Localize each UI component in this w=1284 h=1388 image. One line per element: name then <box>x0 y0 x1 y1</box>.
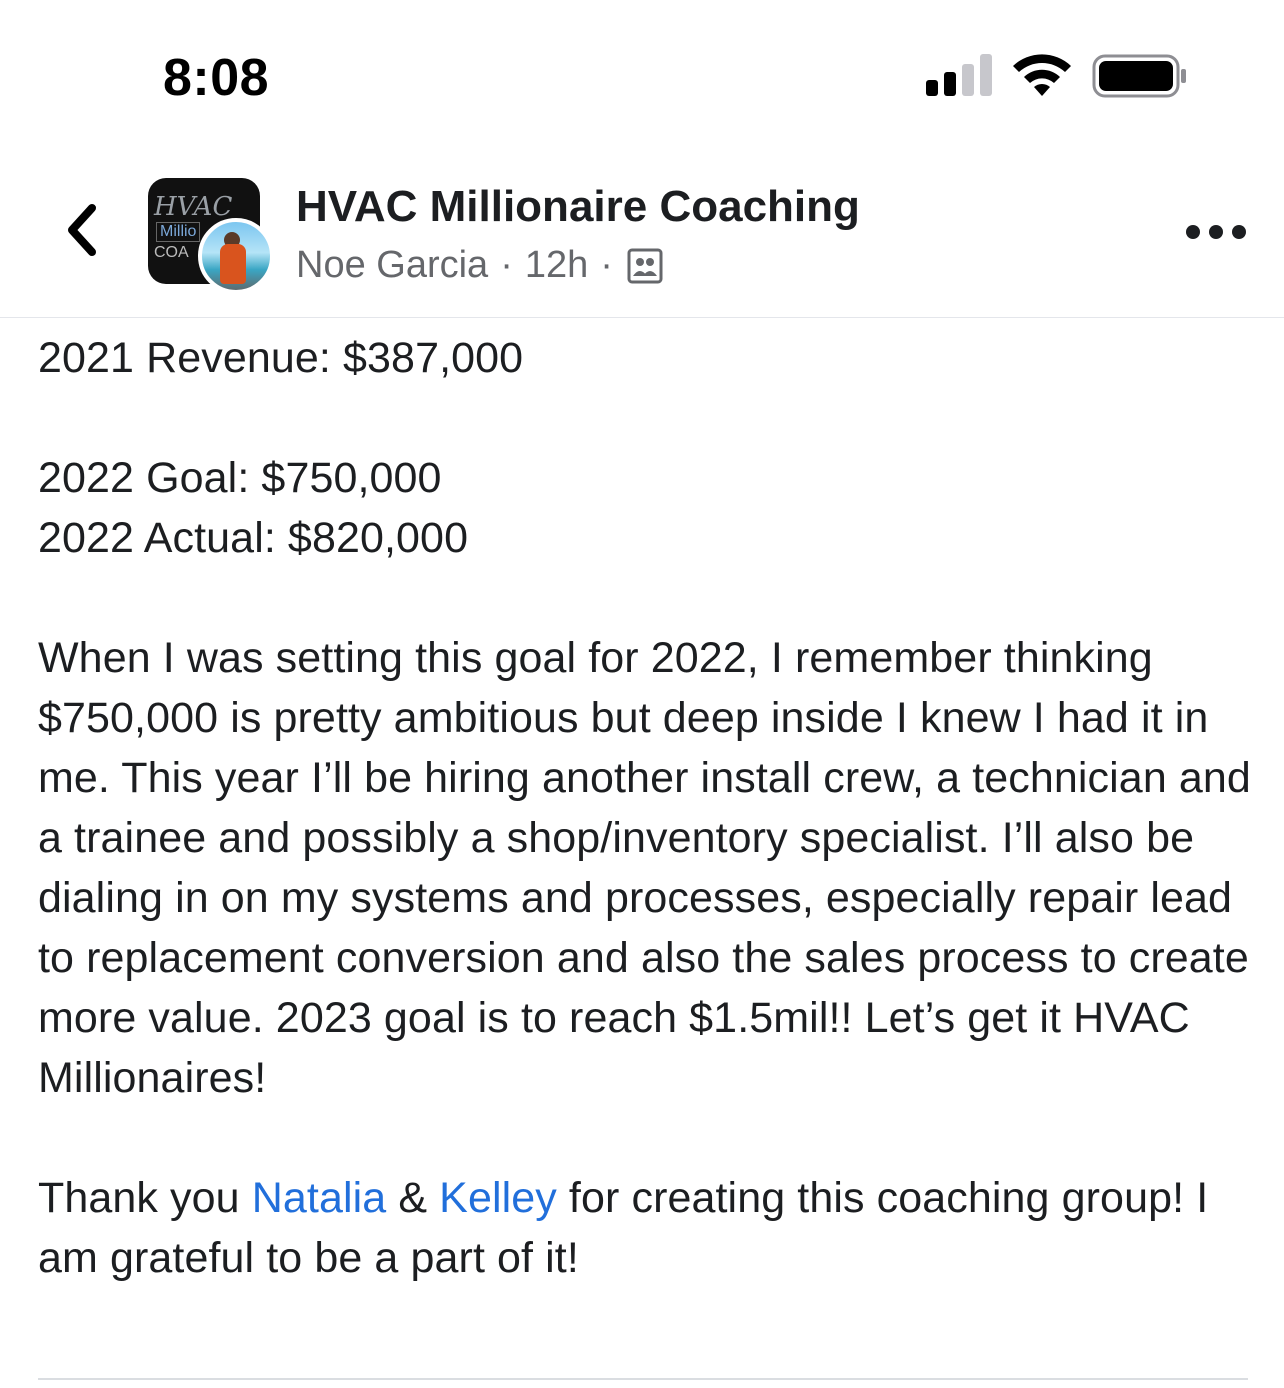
post-meta: Noe Garcia · 12h · <box>296 244 663 287</box>
divider <box>38 1378 1248 1380</box>
more-horizontal-icon[interactable] <box>1186 222 1246 242</box>
author-avatar[interactable] <box>198 218 274 294</box>
author-name[interactable]: Noe Garcia <box>296 244 488 287</box>
status-bar: 8:08 <box>0 0 1284 150</box>
post-line: 2022 Actual: $820,000 <box>38 514 469 562</box>
meta-separator: · <box>500 244 513 286</box>
chevron-left-icon[interactable] <box>58 200 108 260</box>
meta-separator: · <box>600 244 613 286</box>
post-timestamp[interactable]: 12h <box>525 244 588 287</box>
group-name[interactable]: HVAC Millionaire Coaching <box>296 182 860 232</box>
post-thanks: Thank you Natalia & Kelley for creating … <box>38 1168 1258 1288</box>
wifi-icon <box>1013 54 1071 96</box>
post-text: Thank you <box>38 1174 252 1222</box>
mention-link[interactable]: Kelley <box>439 1174 557 1222</box>
cellular-signal-icon <box>926 54 992 96</box>
avatar-photo-body <box>220 244 246 284</box>
group-members-icon <box>627 248 663 283</box>
post-header: HVAC Millio COA HVAC Millionaire Coachin… <box>0 160 1284 318</box>
group-logo-text: Millio <box>156 222 201 242</box>
mention-link[interactable]: Natalia <box>252 1174 387 1222</box>
group-logo-text: HVAC <box>154 192 233 222</box>
post-text: & <box>386 1174 440 1222</box>
post-line: 2021 Revenue: $387,000 <box>38 334 524 382</box>
status-time: 8:08 <box>163 49 270 107</box>
battery-icon <box>1092 54 1186 98</box>
post-body: 2021 Revenue: $387,000 2022 Goal: $750,0… <box>38 328 1258 1288</box>
post-line: 2022 Goal: $750,000 <box>38 454 442 502</box>
post-paragraph: When I was setting this goal for 2022, I… <box>38 634 1263 1102</box>
group-logo-text: COA <box>154 244 189 261</box>
